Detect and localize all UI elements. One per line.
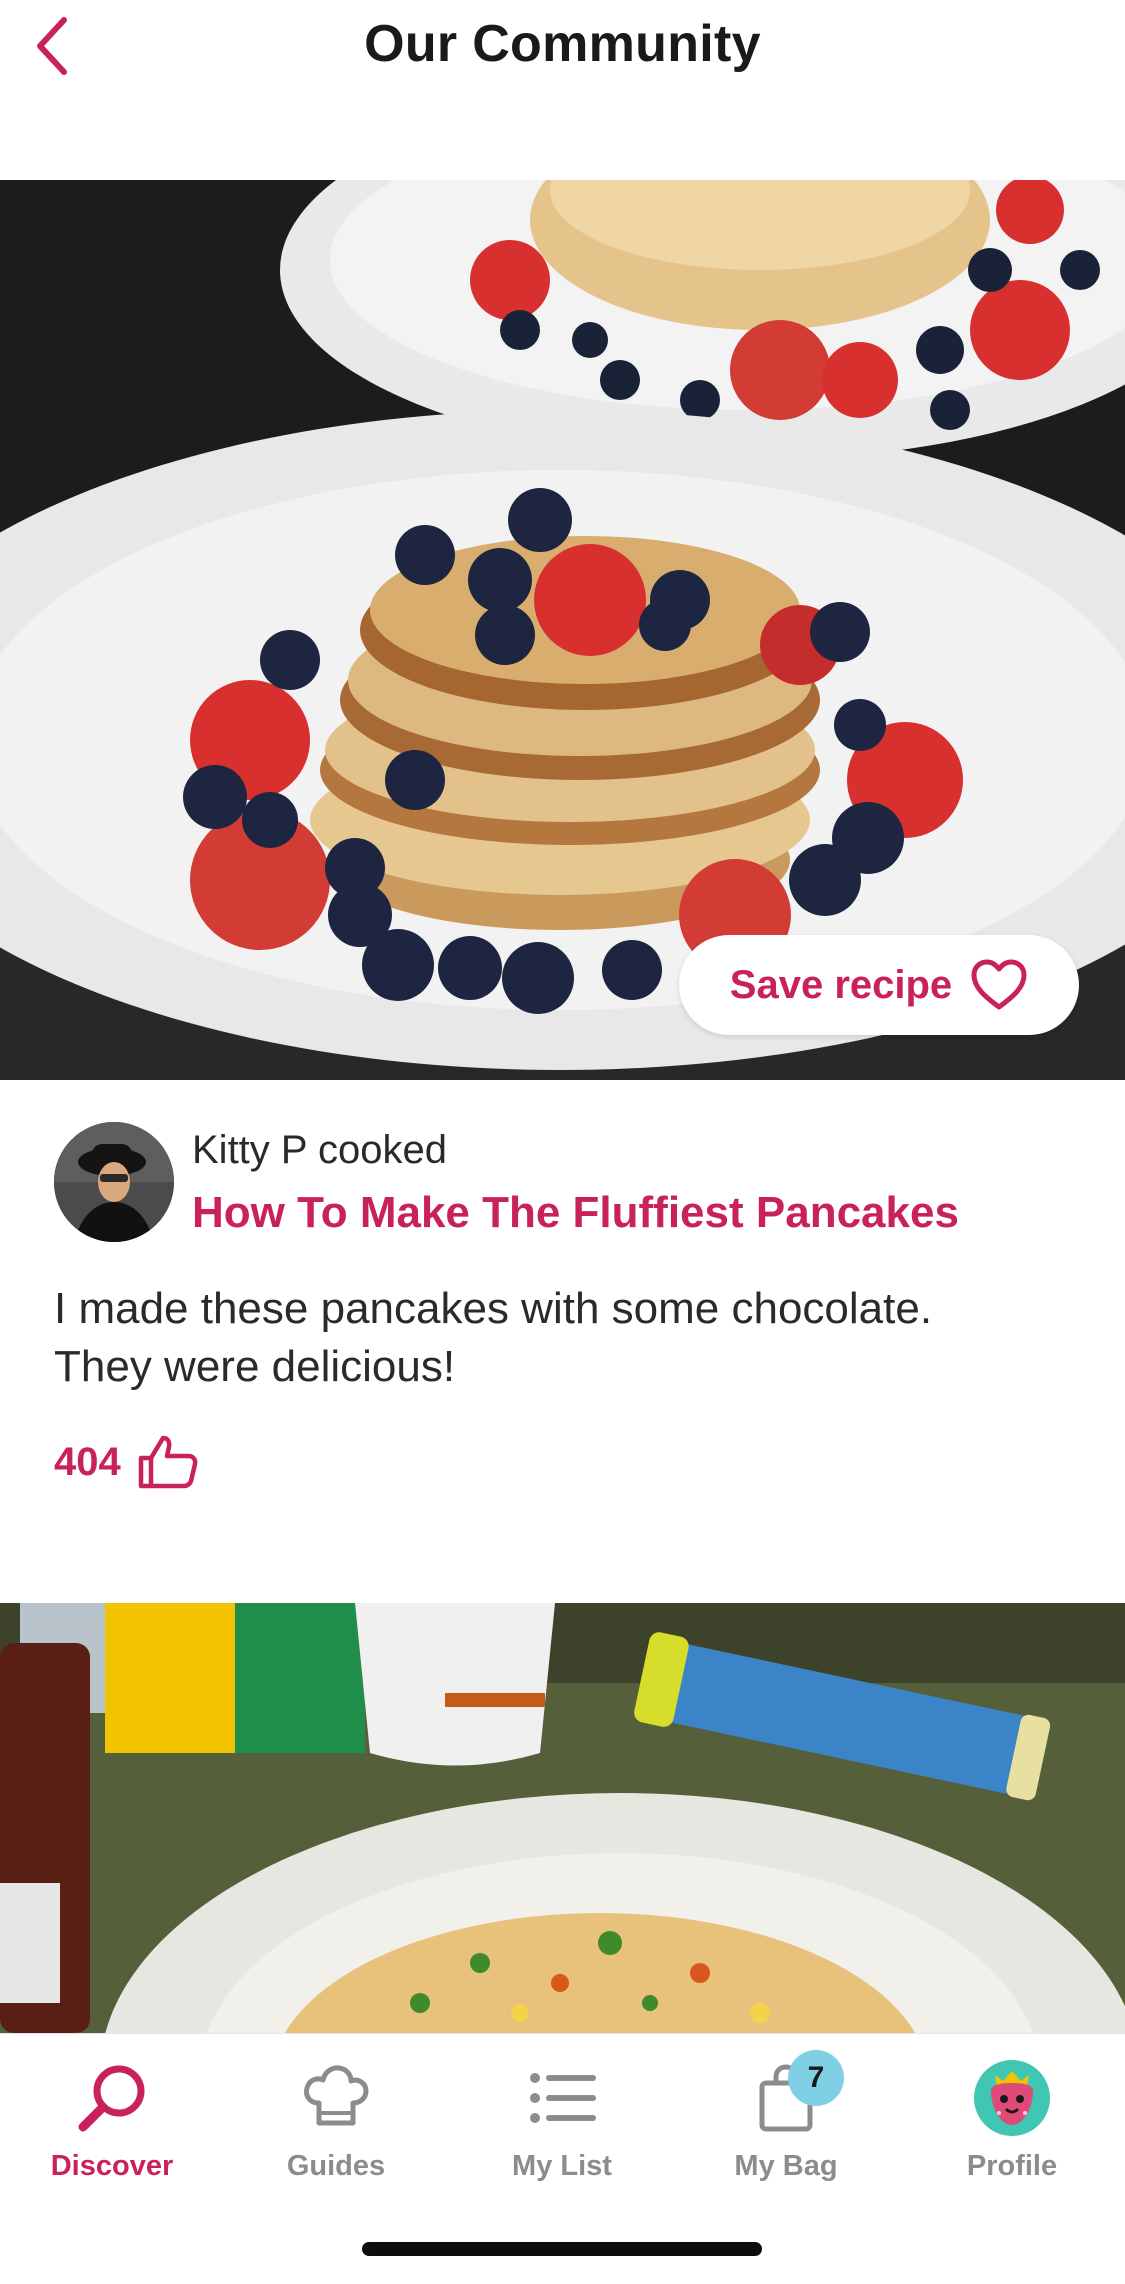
author-line: Kitty P cooked xyxy=(192,1128,447,1172)
nav-label-profile: Profile xyxy=(966,2150,1058,2182)
post-photo-rice[interactable] xyxy=(0,1603,1125,2033)
like-button[interactable]: 404 xyxy=(54,1434,199,1490)
comment-line-1: I made these pancakes with some chocolat… xyxy=(54,1284,933,1333)
nav-label-discover: Discover xyxy=(50,2150,174,2182)
nav-item-discover[interactable]: Discover xyxy=(22,2056,202,2196)
header: Our Community xyxy=(0,0,1125,180)
bag-count-badge: 7 xyxy=(788,2050,844,2106)
list-icon xyxy=(520,2056,604,2140)
shopping-bag-icon: 7 xyxy=(744,2050,844,2140)
strawberry-avatar-icon xyxy=(970,2056,1054,2140)
avatar[interactable] xyxy=(54,1122,174,1242)
save-recipe-label: Save recipe xyxy=(729,962,953,1007)
nav-item-guides[interactable]: Guides xyxy=(246,2056,426,2196)
nav-label-guides: Guides xyxy=(286,2150,386,2182)
heart-outline-icon xyxy=(971,959,1027,1010)
nav-item-profile[interactable]: Profile xyxy=(922,2056,1102,2196)
recipe-title-link[interactable]: How To Make The Fluffiest Pancakes xyxy=(192,1188,959,1238)
nav-label-my-list: My List xyxy=(512,2150,612,2182)
save-recipe-button[interactable]: Save recipe xyxy=(679,935,1079,1035)
nav-item-my-bag[interactable]: 7 My Bag xyxy=(696,2050,876,2196)
comment-line-2: They were delicious! xyxy=(54,1342,456,1391)
like-count: 404 xyxy=(54,1439,121,1484)
nav-item-my-list[interactable]: My List xyxy=(472,2056,652,2196)
page-title: Our Community xyxy=(364,15,761,73)
post-comment: I made these pancakes with some chocolat… xyxy=(54,1280,1074,1396)
thumbs-up-icon xyxy=(138,1435,198,1489)
home-indicator[interactable] xyxy=(362,2242,762,2256)
chef-hat-icon xyxy=(294,2056,378,2140)
search-icon xyxy=(70,2056,154,2140)
nav-label-my-bag: My Bag xyxy=(734,2150,838,2182)
